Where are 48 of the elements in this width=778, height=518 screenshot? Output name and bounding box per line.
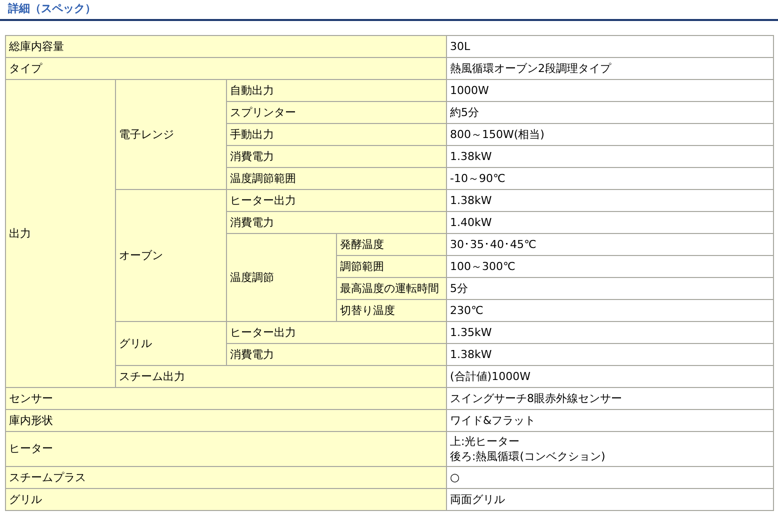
- spec-value: (合計値)1000W: [446, 365, 774, 387]
- spec-label: オーブン: [116, 189, 226, 321]
- spec-value: 1.40kW: [446, 211, 774, 233]
- spec-value: 100～300℃: [446, 255, 774, 277]
- spec-value: 1.38kW: [446, 343, 774, 365]
- spec-value: 両面グリル: [446, 488, 774, 510]
- spec-label: 出力: [6, 79, 116, 387]
- spec-label: タイプ: [6, 57, 446, 79]
- spec-label: スチームプラス: [6, 466, 446, 488]
- section-heading: 詳細（スペック）: [8, 2, 96, 15]
- spec-label: 手動出力: [226, 123, 446, 145]
- spec-label: スプリンター: [226, 101, 446, 123]
- spec-value: スイングサーチ8眼赤外線センサー: [446, 387, 774, 409]
- spec-value: 1000W: [446, 79, 774, 101]
- spec-value: 800～150W(相当): [446, 123, 774, 145]
- spec-value: 1.35kW: [446, 321, 774, 343]
- spec-value: 約5分: [446, 101, 774, 123]
- spec-label: 発酵温度: [336, 233, 446, 255]
- spec-label: 温度調節範囲: [226, 167, 446, 189]
- spec-value: -10～90℃: [446, 167, 774, 189]
- spec-value: 230℃: [446, 299, 774, 321]
- spec-label: 温度調節: [226, 233, 336, 321]
- spec-value: 30L: [446, 35, 774, 57]
- spec-value: 1.38kW: [446, 145, 774, 167]
- spec-label: 電子レンジ: [116, 79, 226, 189]
- spec-label: 消費電力: [226, 343, 446, 365]
- spec-label: 庫内形状: [6, 409, 446, 431]
- spec-label: 総庫内容量: [6, 35, 446, 57]
- spec-value: 30･35･40･45℃: [446, 233, 774, 255]
- spec-label: ヒーター: [6, 431, 446, 466]
- spec-value: 1.38kW: [446, 189, 774, 211]
- spec-value: ワイド&フラット: [446, 409, 774, 431]
- spec-value: 5分: [446, 277, 774, 299]
- spec-label: 自動出力: [226, 79, 446, 101]
- spec-label: ヒーター出力: [226, 321, 446, 343]
- spec-value: 上:光ヒーター 後ろ:熱風循環(コンベクション): [446, 431, 774, 466]
- spec-label: スチーム出力: [116, 365, 446, 387]
- spec-label: 切替り温度: [336, 299, 446, 321]
- spec-label: 調節範囲: [336, 255, 446, 277]
- spec-label: グリル: [6, 488, 446, 510]
- spec-label: ヒーター出力: [226, 189, 446, 211]
- spec-label: 消費電力: [226, 211, 446, 233]
- spec-value: ○: [446, 466, 774, 488]
- spec-label: 最高温度の運転時間: [336, 277, 446, 299]
- spec-label: グリル: [116, 321, 226, 365]
- spec-label: センサー: [6, 387, 446, 409]
- spec-value: 熱風循環オーブン2段調理タイプ: [446, 57, 774, 79]
- spec-label: 消費電力: [226, 145, 446, 167]
